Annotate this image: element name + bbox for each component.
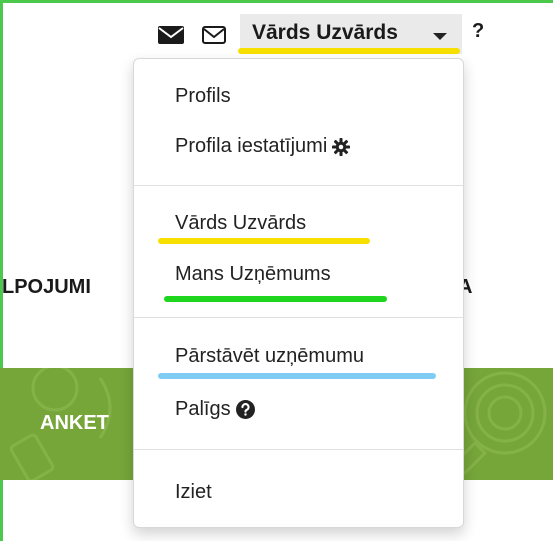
menu-item-profile-settings-label: Profila iestatījumi bbox=[175, 135, 328, 157]
user-dropdown-menu: Profils Profila iestatījumi Vārds Uzvārd… bbox=[133, 58, 464, 528]
envelope-filled-icon[interactable] bbox=[158, 26, 184, 44]
banner-text-partial[interactable]: ANKET bbox=[40, 412, 109, 435]
user-name-menu-highlight bbox=[158, 238, 370, 244]
page-frame-top bbox=[0, 0, 553, 3]
user-name-highlight bbox=[238, 48, 460, 54]
caret-down-icon bbox=[433, 33, 447, 40]
represent-company-highlight bbox=[158, 373, 436, 379]
menu-item-help[interactable]: Palīgs bbox=[175, 398, 255, 421]
menu-divider bbox=[134, 449, 463, 450]
gear-icon bbox=[332, 137, 351, 156]
envelope-outline-icon[interactable] bbox=[202, 26, 226, 44]
question-circle-icon bbox=[235, 400, 255, 420]
menu-item-logout[interactable]: Iziet bbox=[175, 481, 212, 504]
nav-item-partial-left[interactable]: LPOJUMI bbox=[2, 276, 91, 299]
menu-divider bbox=[134, 185, 463, 186]
menu-item-help-label: Palīgs bbox=[175, 398, 231, 420]
company-menu-highlight bbox=[164, 296, 387, 302]
help-link[interactable]: ? bbox=[472, 20, 484, 43]
menu-item-profile[interactable]: Profils bbox=[175, 85, 231, 108]
menu-item-my-company[interactable]: Mans Uzņēmums bbox=[175, 263, 331, 286]
menu-item-profile-settings[interactable]: Profila iestatījumi bbox=[175, 135, 351, 158]
menu-item-represent-company[interactable]: Pārstāvēt uzņēmumu bbox=[175, 345, 364, 368]
menu-item-user-name[interactable]: Vārds Uzvārds bbox=[175, 212, 306, 235]
menu-divider bbox=[134, 317, 463, 318]
user-name-label: Vārds Uzvārds bbox=[252, 21, 398, 44]
